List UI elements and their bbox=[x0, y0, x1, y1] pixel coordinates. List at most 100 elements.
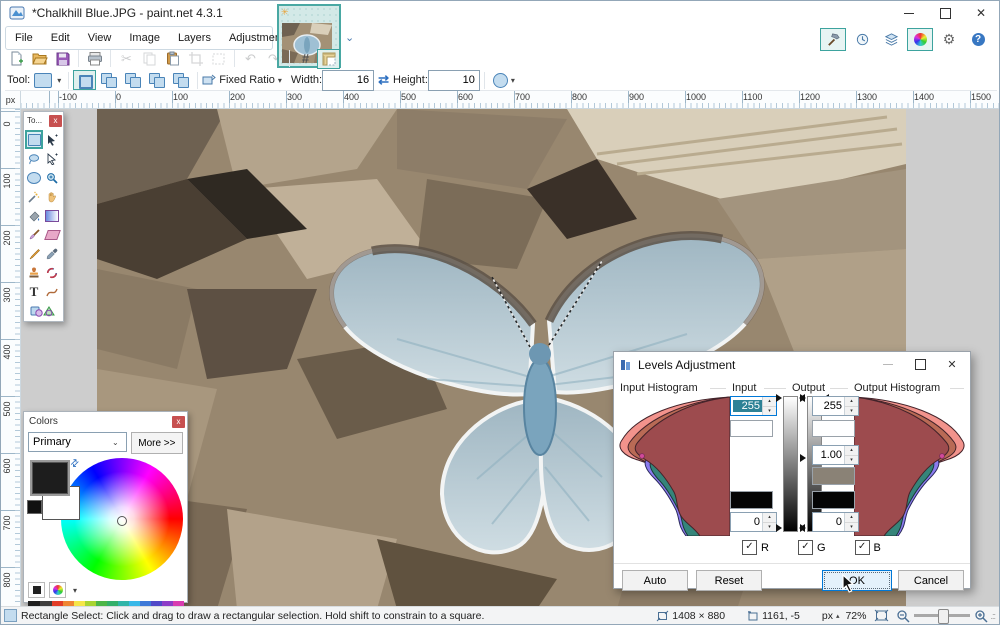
maximize-button[interactable] bbox=[927, 1, 963, 25]
tools-toggle-button[interactable] bbox=[820, 28, 846, 51]
auto-button[interactable]: Auto bbox=[622, 570, 688, 591]
minimize-button[interactable] bbox=[891, 1, 927, 25]
unit-selector[interactable]: px ▴ bbox=[822, 610, 840, 622]
tool-line-curve[interactable] bbox=[43, 282, 61, 301]
fixed-ratio-label[interactable]: Fixed Ratio bbox=[219, 74, 275, 86]
channel-checkbox-r[interactable]: ✓R bbox=[742, 540, 769, 555]
undo-button[interactable]: ↶ bbox=[239, 49, 262, 69]
input-top-marker[interactable] bbox=[776, 394, 782, 402]
new-button[interactable] bbox=[5, 49, 28, 69]
zoom-slider-thumb[interactable] bbox=[938, 609, 949, 624]
history-toggle-button[interactable] bbox=[849, 28, 875, 51]
selection-mode-invert[interactable] bbox=[169, 70, 192, 90]
menu-view[interactable]: View bbox=[79, 29, 121, 47]
levels-maximize-button[interactable] bbox=[904, 352, 936, 376]
input-bottom-marker[interactable] bbox=[776, 524, 782, 532]
save-button[interactable] bbox=[51, 49, 74, 69]
layers-toggle-button[interactable] bbox=[878, 28, 904, 51]
palette-manager-button[interactable] bbox=[49, 582, 66, 598]
input-black-point-swatch[interactable] bbox=[730, 491, 773, 509]
channel-checkbox-g[interactable]: ✓G bbox=[798, 540, 826, 555]
paste-button[interactable] bbox=[161, 49, 184, 69]
output-min-spinner[interactable]: 0 ▴▾ bbox=[812, 512, 859, 532]
selection-mode-intersect[interactable] bbox=[145, 70, 168, 90]
tool-rectangle-select[interactable] bbox=[25, 130, 43, 149]
selection-mode-subtract[interactable] bbox=[121, 70, 144, 90]
zoom-slider[interactable] bbox=[914, 614, 970, 617]
grid-toggle-button[interactable]: # bbox=[294, 49, 317, 69]
current-tool-icon[interactable] bbox=[34, 73, 52, 88]
menu-edit[interactable]: Edit bbox=[42, 29, 79, 47]
tool-dropdown-arrow-icon[interactable]: ▾ bbox=[57, 76, 61, 85]
channel-checkbox-b[interactable]: ✓B bbox=[855, 540, 881, 555]
tool-pan[interactable] bbox=[43, 187, 61, 206]
more-button[interactable]: More >> bbox=[131, 432, 183, 454]
output-black-point-swatch[interactable] bbox=[812, 491, 855, 509]
copy-button[interactable] bbox=[138, 49, 161, 69]
output-bottom-marker[interactable] bbox=[800, 524, 806, 532]
deselect-button[interactable] bbox=[207, 49, 230, 69]
tool-paint-bucket[interactable] bbox=[25, 206, 43, 225]
tool-ellipse-select[interactable] bbox=[25, 168, 43, 187]
open-button[interactable] bbox=[28, 49, 51, 69]
print-button[interactable] bbox=[83, 49, 106, 69]
primary-color-swatch[interactable] bbox=[30, 460, 70, 496]
levels-title-bar[interactable]: Levels Adjustment ✕ bbox=[614, 352, 970, 377]
input-min-spinner[interactable]: 0 ▴▾ bbox=[730, 512, 777, 532]
zoom-out-icon[interactable] bbox=[896, 609, 910, 623]
input-white-point-swatch[interactable] bbox=[730, 420, 773, 437]
tool-gradient[interactable] bbox=[43, 206, 61, 225]
selection-mode-add[interactable] bbox=[97, 70, 120, 90]
tool-lasso-select[interactable] bbox=[25, 149, 43, 168]
color-wheel-cursor[interactable] bbox=[117, 516, 127, 526]
settings-button[interactable]: ⚙ bbox=[936, 28, 962, 51]
tool-clone-stamp[interactable] bbox=[25, 263, 43, 282]
tool-move-selected-pixels[interactable] bbox=[43, 130, 61, 149]
tool-pencil[interactable] bbox=[25, 244, 43, 263]
swap-colors-icon[interactable]: ⇄ bbox=[68, 457, 82, 471]
gamma-marker-left[interactable] bbox=[800, 454, 806, 462]
ruler-toggle-button[interactable] bbox=[317, 49, 340, 69]
close-button[interactable]: ✕ bbox=[963, 1, 999, 25]
tool-eraser[interactable] bbox=[43, 225, 61, 244]
tool-zoom[interactable] bbox=[43, 168, 61, 187]
add-color-button[interactable] bbox=[28, 582, 45, 598]
menu-image[interactable]: Image bbox=[120, 29, 169, 47]
menu-file[interactable]: File bbox=[6, 29, 42, 47]
output-white-point-swatch[interactable] bbox=[812, 420, 855, 437]
resize-grip[interactable]: .:: bbox=[990, 611, 995, 621]
cut-button[interactable]: ✂ bbox=[115, 49, 138, 69]
reset-button[interactable]: Reset bbox=[696, 570, 762, 591]
input-gradient-bar[interactable] bbox=[783, 396, 798, 532]
menu-layers[interactable]: Layers bbox=[169, 29, 220, 47]
height-input[interactable] bbox=[428, 70, 480, 91]
antialias-dropdown-arrow-icon[interactable]: ▾ bbox=[511, 76, 515, 85]
gamma-spinner[interactable]: 1.00 ▴▾ bbox=[812, 445, 859, 465]
image-list-chevron-icon[interactable]: ⌄ bbox=[345, 31, 354, 44]
tool-text[interactable]: T bbox=[25, 282, 43, 301]
redo-button[interactable]: ↷ bbox=[262, 49, 285, 69]
tool-magic-wand[interactable] bbox=[25, 187, 43, 206]
zoom-in-icon[interactable] bbox=[974, 609, 988, 623]
colors-toggle-button[interactable] bbox=[907, 28, 933, 51]
output-max-spinner[interactable]: 255 ▴▾ bbox=[812, 396, 859, 416]
output-top-marker[interactable] bbox=[800, 394, 806, 402]
tools-palette-close-icon[interactable]: x bbox=[49, 115, 62, 127]
fixed-ratio-dropdown-arrow-icon[interactable]: ▾ bbox=[278, 76, 282, 85]
tool-color-picker[interactable] bbox=[43, 244, 61, 263]
help-button[interactable]: ? bbox=[965, 28, 991, 51]
antialias-quality-icon[interactable] bbox=[493, 73, 508, 88]
swap-dimensions-icon[interactable]: ⇄ bbox=[378, 72, 389, 88]
levels-close-button[interactable]: ✕ bbox=[936, 352, 968, 376]
tool-shapes[interactable] bbox=[25, 301, 61, 320]
palette-dropdown-arrow-icon[interactable]: ▾ bbox=[73, 586, 77, 595]
ok-button[interactable]: OK bbox=[822, 570, 892, 591]
color-mode-select[interactable]: Primary ⌄ bbox=[28, 432, 127, 452]
width-input[interactable] bbox=[322, 70, 374, 91]
cancel-button[interactable]: Cancel bbox=[898, 570, 964, 591]
input-max-spinner[interactable]: 255 ▴▾ bbox=[730, 396, 777, 416]
selection-mode-replace[interactable] bbox=[73, 70, 96, 90]
gamma-swatch[interactable] bbox=[812, 467, 855, 485]
canvas-area[interactable]: To... x T Colors x Primary ⌄ More >> bbox=[21, 109, 999, 607]
tool-move-selection[interactable] bbox=[43, 149, 61, 168]
